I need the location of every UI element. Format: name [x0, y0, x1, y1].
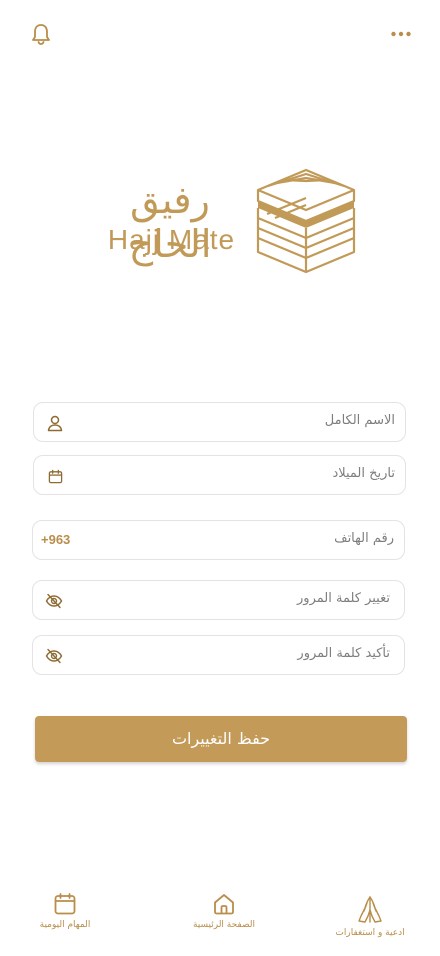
- birth-date-field[interactable]: تاريخ الميلاد: [33, 455, 406, 495]
- top-bar: [0, 0, 440, 70]
- user-icon: [47, 415, 63, 432]
- brand-name-english: Hajj Mate: [107, 224, 236, 255]
- nav-label: ادعية و استغفارات: [335, 928, 405, 938]
- nav-item-duas[interactable]: ادعية و استغفارات: [315, 894, 425, 938]
- more-horizontal-icon[interactable]: [390, 24, 412, 44]
- calendar-icon: [48, 469, 63, 484]
- kaaba-icon: [256, 168, 356, 274]
- new-password-field[interactable]: تغيير كلمة المرور: [32, 580, 405, 620]
- full-name-placeholder: الاسم الكامل: [324, 413, 395, 428]
- confirm-password-field[interactable]: تأكيد كلمة المرور: [32, 635, 405, 675]
- praying-hands-icon: [358, 896, 382, 923]
- nav-label: المهام اليومية: [39, 920, 91, 930]
- nav-item-home[interactable]: الصفحة الرئيسية: [169, 892, 279, 930]
- full-name-field[interactable]: الاسم الكامل: [33, 402, 406, 442]
- phone-field[interactable]: رقم الهاتف +963: [32, 520, 405, 560]
- eye-off-icon[interactable]: [45, 592, 63, 610]
- confirm-password-placeholder: تأكيد كلمة المرور: [297, 646, 390, 661]
- phone-country-code[interactable]: +963: [41, 532, 70, 547]
- save-changes-button[interactable]: حفظ التغييرات: [35, 716, 407, 762]
- phone-placeholder: رقم الهاتف: [334, 531, 394, 546]
- nav-label: الصفحة الرئيسية: [192, 920, 256, 930]
- bottom-nav: المهام اليومية الصفحة الرئيسية ادعية و ا…: [0, 880, 440, 956]
- new-password-placeholder: تغيير كلمة المرور: [297, 591, 390, 606]
- eye-off-icon[interactable]: [45, 647, 63, 665]
- nav-item-daily-tasks[interactable]: المهام اليومية: [10, 892, 120, 930]
- birth-date-placeholder: تاريخ الميلاد: [332, 466, 395, 481]
- home-icon: [214, 894, 234, 915]
- calendar-icon: [54, 893, 76, 915]
- bell-icon[interactable]: [30, 22, 52, 46]
